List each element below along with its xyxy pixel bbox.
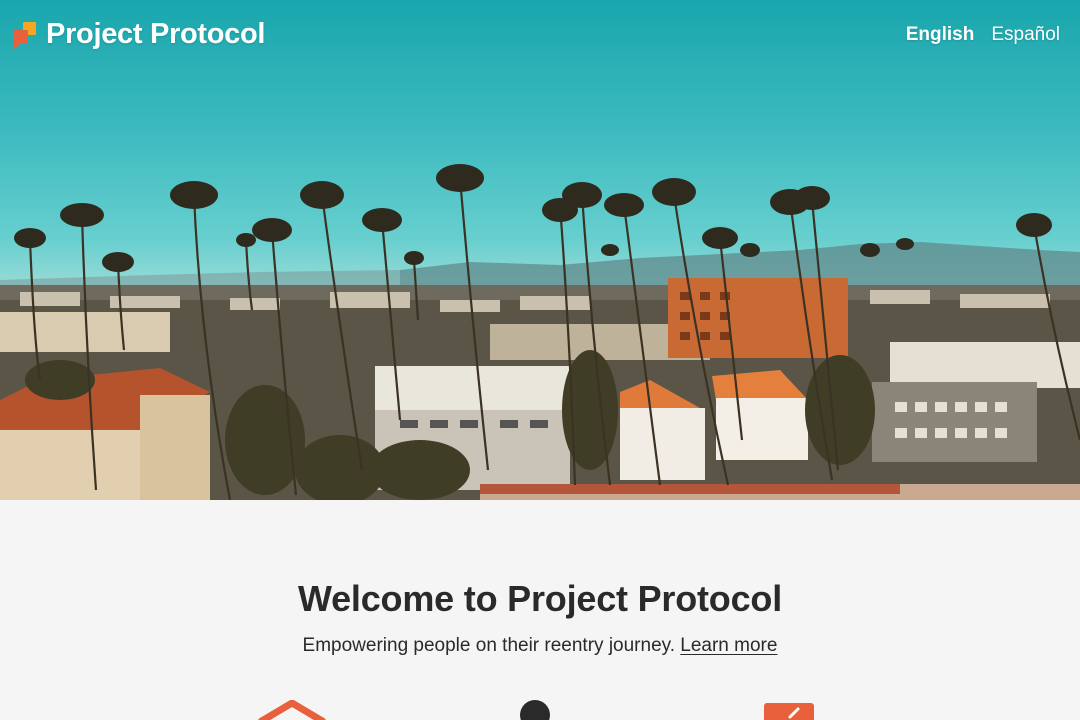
checklist-icon[interactable]: [764, 703, 814, 720]
language-spanish-link[interactable]: Español: [991, 24, 1060, 46]
language-switcher: English Español: [906, 24, 1060, 46]
page: Project Protocol English Español Welcome…: [0, 0, 1080, 720]
person-icon[interactable]: [518, 698, 552, 720]
house-icon[interactable]: [256, 700, 328, 720]
brand-name: Project Protocol: [46, 18, 266, 50]
brand-home-link[interactable]: Project Protocol: [12, 18, 265, 51]
tagline-text: Empowering people on their reentry journ…: [302, 635, 675, 656]
language-english-link[interactable]: English: [906, 24, 975, 46]
tagline: Empowering people on their reentry journ…: [0, 635, 1080, 657]
speech-bubble-logo-icon: [14, 21, 36, 49]
top-nav: Project Protocol English Español: [0, 0, 1080, 72]
learn-more-link[interactable]: Learn more: [680, 635, 777, 656]
main-content: Welcome to Project Protocol Empowering p…: [0, 500, 1080, 720]
hero-image: Project Protocol English Español: [0, 0, 1080, 500]
page-title: Welcome to Project Protocol: [297, 578, 783, 619]
city-skyline-photo: [0, 164, 1080, 500]
